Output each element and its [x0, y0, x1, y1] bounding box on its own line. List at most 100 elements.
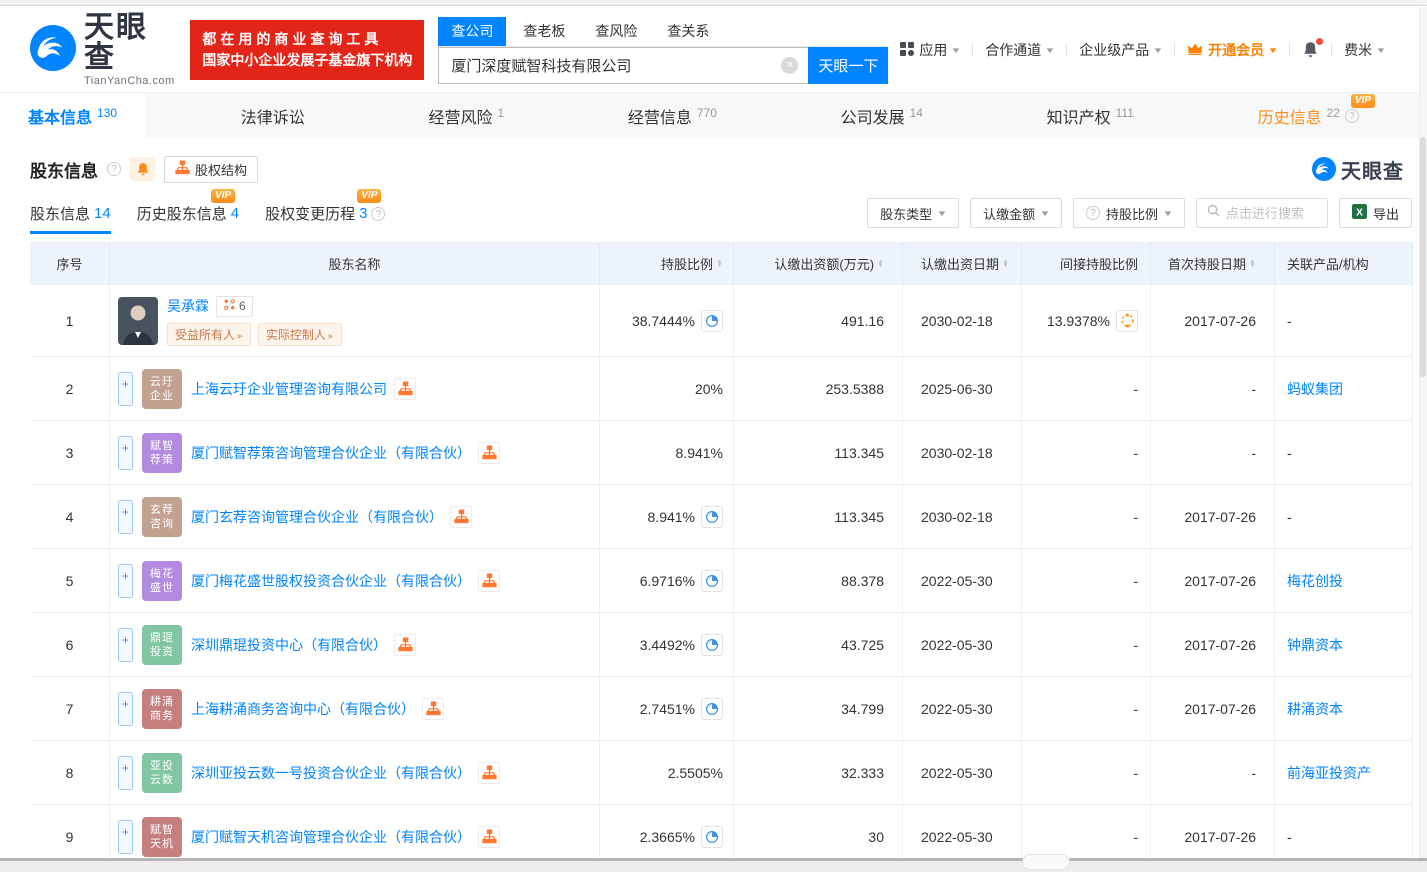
tag-受益所有人[interactable]: 受益所有人 ▸ — [167, 322, 251, 346]
name-cell: + 赋智 荐策 厦门赋智荐策咨询管理合伙企业（有限合伙） — [110, 421, 600, 485]
indirect-ratio-value: - — [1133, 380, 1138, 397]
shareholder-avatar — [118, 296, 158, 345]
equity-structure-icon-button[interactable] — [478, 761, 500, 784]
nav-tab-公司发展[interactable]: 公司发展 14 — [813, 93, 951, 138]
search-tab-查关系[interactable]: 查关系 — [654, 17, 722, 46]
search-tab-查风险[interactable]: 查风险 — [582, 17, 650, 46]
column-header-认缴出资日期[interactable]: 认缴出资日期 ▲ ▼ — [903, 242, 1022, 285]
shareholder-name-link[interactable]: 吴承霖 — [167, 296, 209, 316]
excel-icon: X — [1351, 204, 1367, 222]
relation-count-badge[interactable]: 6 — [216, 295, 253, 317]
shareholder-name-link[interactable]: 厦门玄荐咨询管理合伙企业（有限合伙） — [191, 507, 443, 527]
menu-notifications[interactable] — [1290, 38, 1331, 59]
expand-button[interactable]: + — [118, 819, 133, 854]
search-tab-查老板[interactable]: 查老板 — [510, 17, 578, 46]
table-search-box[interactable] — [1195, 198, 1328, 228]
horizontal-scrollbar-handle[interactable] — [1022, 854, 1070, 870]
expand-button[interactable]: + — [118, 691, 133, 726]
shareholder-name-link[interactable]: 深圳亚投云数一号投资合伙企业（有限合伙） — [191, 763, 471, 783]
shareholder-name-link[interactable]: 厦门赋智荐策咨询管理合伙企业（有限合伙） — [191, 443, 471, 463]
related-product-link[interactable]: 蚂蚁集团 — [1287, 379, 1343, 399]
nav-tab-count: 22 — [1326, 105, 1340, 120]
related-product-link[interactable]: 耕涌资本 — [1287, 699, 1343, 719]
shareholder-name-link[interactable]: 深圳鼎琨投资中心（有限合伙） — [191, 635, 387, 655]
expand-button[interactable]: + — [118, 627, 133, 662]
shareholder-name-link[interactable]: 厦门梅花盛世股权投资合伙企业（有限合伙） — [191, 571, 471, 591]
equity-structure-icon-button[interactable] — [478, 569, 500, 592]
expand-button[interactable]: + — [118, 563, 133, 598]
avatar-text: 咨询 — [150, 517, 174, 530]
related-product-link[interactable]: 梅花创投 — [1287, 571, 1343, 591]
ratio-history-pie-button[interactable] — [701, 633, 723, 656]
equity-structure-button[interactable]: 股权结构 — [164, 155, 259, 183]
vertical-scrollbar-handle[interactable] — [1420, 137, 1426, 377]
filter-shareholding-ratio[interactable]: ? 持股比例 ▼ — [1073, 198, 1185, 228]
table-row: 8 + 亚投 云数 深圳亚投云数一号投资合伙企业（有限合伙） 2.5505% 32.333 2… — [30, 741, 1413, 805]
ratio-history-pie-button[interactable] — [701, 825, 723, 848]
expand-button[interactable]: + — [118, 435, 133, 470]
table-filters: 股东类型▼ 认缴金额▼ ? 持股比例▼ X 导出 — [867, 198, 1412, 234]
related-cell: 耕涌资本 — [1275, 677, 1413, 741]
equity-structure-icon-button[interactable] — [422, 697, 444, 720]
nav-tab-法律诉讼[interactable]: 法律诉讼 — [213, 93, 333, 138]
expand-button[interactable]: + — [118, 499, 133, 534]
equity-structure-icon-button[interactable] — [394, 633, 416, 656]
search-button[interactable]: 天眼一下 — [808, 46, 889, 84]
vertical-scrollbar[interactable] — [1419, 7, 1427, 858]
amount-value: 30 — [868, 828, 884, 845]
menu-partner[interactable]: 合作通道 ▼ — [973, 40, 1066, 60]
menu-apps[interactable]: 应用 ▼ — [888, 40, 972, 60]
menu-vip[interactable]: 开通会员 ▼ — [1175, 40, 1289, 60]
column-header-序号: 序号 — [30, 242, 110, 285]
indirect-ratio-detail-button[interactable] — [1116, 309, 1138, 332]
nav-tab-知识产权[interactable]: 知识产权 111 — [1019, 93, 1162, 138]
search-input[interactable] — [438, 46, 809, 84]
nav-tab-经营风险[interactable]: 经营风险 1 — [400, 93, 532, 138]
ratio-history-pie-button[interactable] — [701, 505, 723, 528]
nav-tab-基本信息[interactable]: 基本信息 130 — [0, 93, 146, 138]
menu-user[interactable]: 费米 ▼ — [1332, 40, 1397, 60]
column-header-持股比例[interactable]: 持股比例 ▲ ▼ — [600, 242, 734, 285]
table-search-input[interactable] — [1225, 205, 1317, 221]
company-avatar: 亚投 云数 — [142, 752, 182, 793]
equity-structure-icon-button[interactable] — [394, 377, 416, 400]
tag-实际控制人[interactable]: 实际控制人 ▸ — [257, 322, 342, 346]
menu-enterprise[interactable]: 企业级产品 ▼ — [1067, 40, 1174, 60]
subtab-股东信息[interactable]: 股东信息 14 — [30, 203, 111, 234]
shareholder-name-link[interactable]: 厦门赋智天机咨询管理合伙企业（有限合伙） — [191, 827, 471, 847]
subtab-历史股东信息[interactable]: 历史股东信息 4 VIP — [137, 189, 239, 234]
filter-shareholder-type[interactable]: 股东类型 ▼ — [867, 198, 960, 228]
subscribe-date-cell: 2022-05-30 — [903, 741, 1022, 805]
export-button[interactable]: X 导出 — [1338, 198, 1412, 228]
related-product-link[interactable]: 钟鼎资本 — [1287, 635, 1343, 655]
ratio-history-pie-button[interactable] — [701, 309, 723, 332]
ratio-cell: 38.7444% — [600, 285, 734, 357]
tag-arrow-icon: ▸ — [235, 330, 243, 342]
search-tab-查公司[interactable]: 查公司 — [438, 16, 507, 46]
help-icon[interactable]: ? — [107, 162, 121, 176]
clear-search-icon[interactable]: ✕ — [781, 56, 799, 74]
nav-tab-历史信息[interactable]: 历史信息 22? VIP — [1230, 93, 1387, 138]
filter-subscribed-amount[interactable]: 认缴金额 ▼ — [970, 198, 1063, 228]
equity-structure-icon-button[interactable] — [450, 505, 472, 528]
related-product-link[interactable]: 前海亚投资产 — [1287, 763, 1371, 783]
seq-cell: 3 — [30, 421, 110, 485]
tianyancha-logo[interactable]: 天眼查 TianYanCha.com — [30, 13, 178, 87]
shareholder-name-link[interactable]: 上海云玗企业管理咨询有限公司 — [191, 379, 387, 399]
equity-structure-icon-button[interactable] — [478, 441, 500, 464]
horizontal-scrollbar[interactable] — [0, 854, 1427, 872]
subscribe-date-cell: 2030-02-18 — [903, 285, 1022, 357]
vip-badge: VIP — [1350, 94, 1375, 108]
shareholder-name-link[interactable]: 上海耕涌商务咨询中心（有限合伙） — [191, 699, 415, 719]
equity-structure-icon-button[interactable] — [478, 825, 500, 848]
first-date-cell: 2017-07-26 — [1151, 677, 1275, 741]
nav-tab-经营信息[interactable]: 经营信息 770 — [600, 93, 745, 138]
ratio-history-pie-button[interactable] — [701, 569, 723, 592]
expand-button[interactable]: + — [118, 755, 133, 790]
column-header-首次持股日期[interactable]: 首次持股日期 ▲ ▼ — [1151, 242, 1275, 285]
column-header-认缴出资额(万元)[interactable]: 认缴出资额(万元) ▲ ▼ — [734, 242, 903, 285]
ratio-history-pie-button[interactable] — [701, 697, 723, 720]
subtab-股权变更历程[interactable]: 股权变更历程 3? VIP — [265, 189, 386, 234]
expand-button[interactable]: + — [118, 371, 133, 406]
monitor-bell-button[interactable] — [130, 157, 155, 181]
